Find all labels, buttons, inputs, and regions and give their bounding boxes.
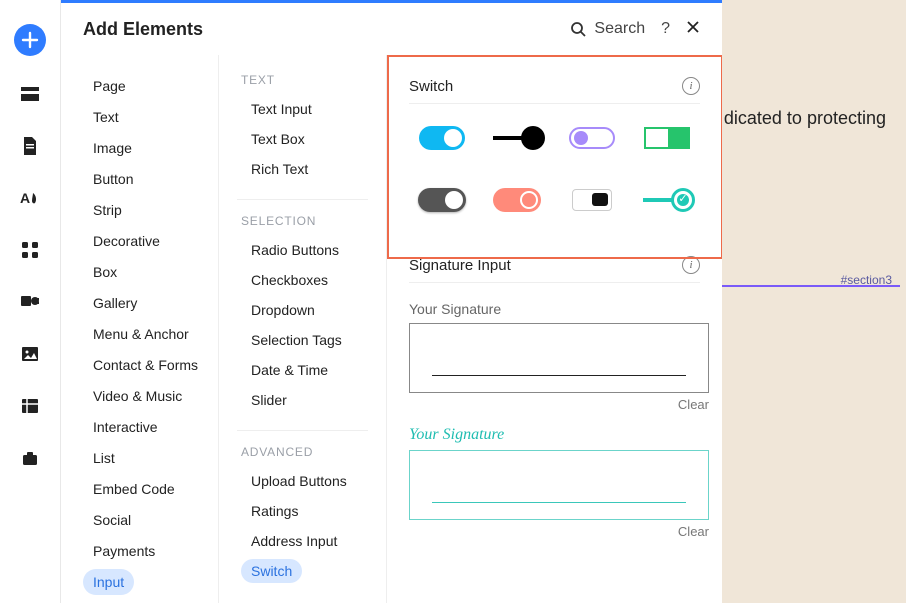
switch-variant-7[interactable] — [572, 189, 612, 211]
close-icon — [686, 20, 700, 34]
switch-variant-8[interactable]: ✓ — [643, 198, 691, 202]
clear-button-1[interactable]: Clear — [409, 397, 709, 412]
switch-variant-3[interactable] — [569, 127, 615, 149]
category-strip[interactable]: Strip — [83, 197, 132, 223]
help-button[interactable]: ? — [661, 20, 670, 38]
subcategory-dropdown[interactable]: Dropdown — [241, 298, 325, 322]
category-image[interactable]: Image — [83, 135, 142, 161]
category-decorative[interactable]: Decorative — [83, 228, 170, 254]
sections-icon[interactable] — [16, 80, 44, 108]
theme-icon[interactable]: A — [16, 184, 44, 212]
switch-variant-6[interactable] — [493, 188, 541, 212]
group-label-advanced: ADVANCED — [241, 445, 378, 459]
signature-label-1: Your Signature — [409, 301, 700, 317]
panel-title: Add Elements — [83, 19, 203, 40]
business-icon[interactable] — [16, 444, 44, 472]
divider — [237, 199, 368, 200]
category-text[interactable]: Text — [83, 104, 129, 130]
subcategory-switch[interactable]: Switch — [241, 559, 302, 583]
search-button[interactable]: Search — [570, 20, 645, 38]
close-button[interactable] — [686, 20, 700, 39]
info-icon[interactable]: i — [682, 256, 700, 274]
subcategory-ratings[interactable]: Ratings — [241, 499, 308, 523]
svg-text:A: A — [20, 190, 30, 206]
info-icon[interactable]: i — [682, 77, 700, 95]
divider — [237, 430, 368, 431]
category-video-music[interactable]: Video & Music — [83, 383, 192, 409]
switch-variants-grid: ✓ ✓ — [387, 104, 722, 234]
subcategory-text-input[interactable]: Text Input — [241, 97, 322, 121]
page-icon[interactable] — [16, 132, 44, 160]
category-column: Page Text Image Button Strip Decorative Box Gal… — [61, 55, 219, 603]
switch-variant-5[interactable] — [418, 188, 466, 212]
subcategory-checkboxes[interactable]: Checkboxes — [241, 268, 338, 292]
search-label: Search — [594, 20, 645, 38]
category-input[interactable]: Input — [83, 569, 134, 595]
group-label-selection: SELECTION — [241, 214, 378, 228]
subcategory-date-time[interactable]: Date & Time — [241, 358, 338, 382]
signature-label-2: Your Signature — [409, 426, 700, 444]
category-menu-anchor[interactable]: Menu & Anchor — [83, 321, 199, 347]
subcategory-upload-buttons[interactable]: Upload Buttons — [241, 469, 357, 493]
panel-header: Add Elements Search ? — [61, 3, 722, 55]
category-page[interactable]: Page — [83, 73, 136, 99]
background-text: dicated to protecting — [724, 108, 886, 129]
search-icon — [570, 21, 586, 37]
plugins-icon[interactable] — [16, 288, 44, 316]
switch-variant-1[interactable] — [419, 126, 465, 150]
subcategory-radio-buttons[interactable]: Radio Buttons — [241, 238, 349, 262]
media-icon[interactable] — [16, 340, 44, 368]
switch-variant-2[interactable] — [493, 136, 541, 140]
switch-variant-4[interactable]: ✓ — [644, 127, 690, 149]
category-interactive[interactable]: Interactive — [83, 414, 168, 440]
clear-button-2[interactable]: Clear — [409, 524, 709, 539]
group-label-text: TEXT — [241, 73, 378, 87]
subcategory-text-box[interactable]: Text Box — [241, 127, 315, 151]
category-gallery[interactable]: Gallery — [83, 290, 147, 316]
switch-section-header: Switch i — [409, 55, 700, 104]
subcategory-slider[interactable]: Slider — [241, 388, 297, 412]
left-rail: A — [0, 0, 60, 603]
subcategory-address-input[interactable]: Address Input — [241, 529, 347, 553]
category-payments[interactable]: Payments — [83, 538, 165, 564]
category-social[interactable]: Social — [83, 507, 141, 533]
subcategory-selection-tags[interactable]: Selection Tags — [241, 328, 352, 352]
category-button[interactable]: Button — [83, 166, 143, 192]
preview-column: Switch i ✓ ✓ Signature Input i Your Sign… — [387, 55, 722, 603]
add-elements-button[interactable] — [14, 24, 46, 56]
category-list[interactable]: List — [83, 445, 125, 471]
signature-section-title: Signature Input — [409, 257, 511, 274]
data-icon[interactable] — [16, 392, 44, 420]
signature-section-header: Signature Input i — [409, 256, 700, 283]
category-embed-code[interactable]: Embed Code — [83, 476, 185, 502]
signature-input-1[interactable] — [409, 323, 709, 393]
category-contact-forms[interactable]: Contact & Forms — [83, 352, 208, 378]
signature-input-2[interactable] — [409, 450, 709, 520]
switch-section-title: Switch — [409, 78, 453, 95]
plus-icon — [21, 31, 39, 49]
add-elements-panel: Add Elements Search ? Page Text Image Butto… — [60, 0, 722, 603]
section-divider — [720, 285, 900, 287]
subcategory-column: TEXT Text Input Text Box Rich Text SELECTION… — [219, 55, 387, 603]
subcategory-rich-text[interactable]: Rich Text — [241, 157, 318, 181]
apps-icon[interactable] — [16, 236, 44, 264]
category-box[interactable]: Box — [83, 259, 127, 285]
